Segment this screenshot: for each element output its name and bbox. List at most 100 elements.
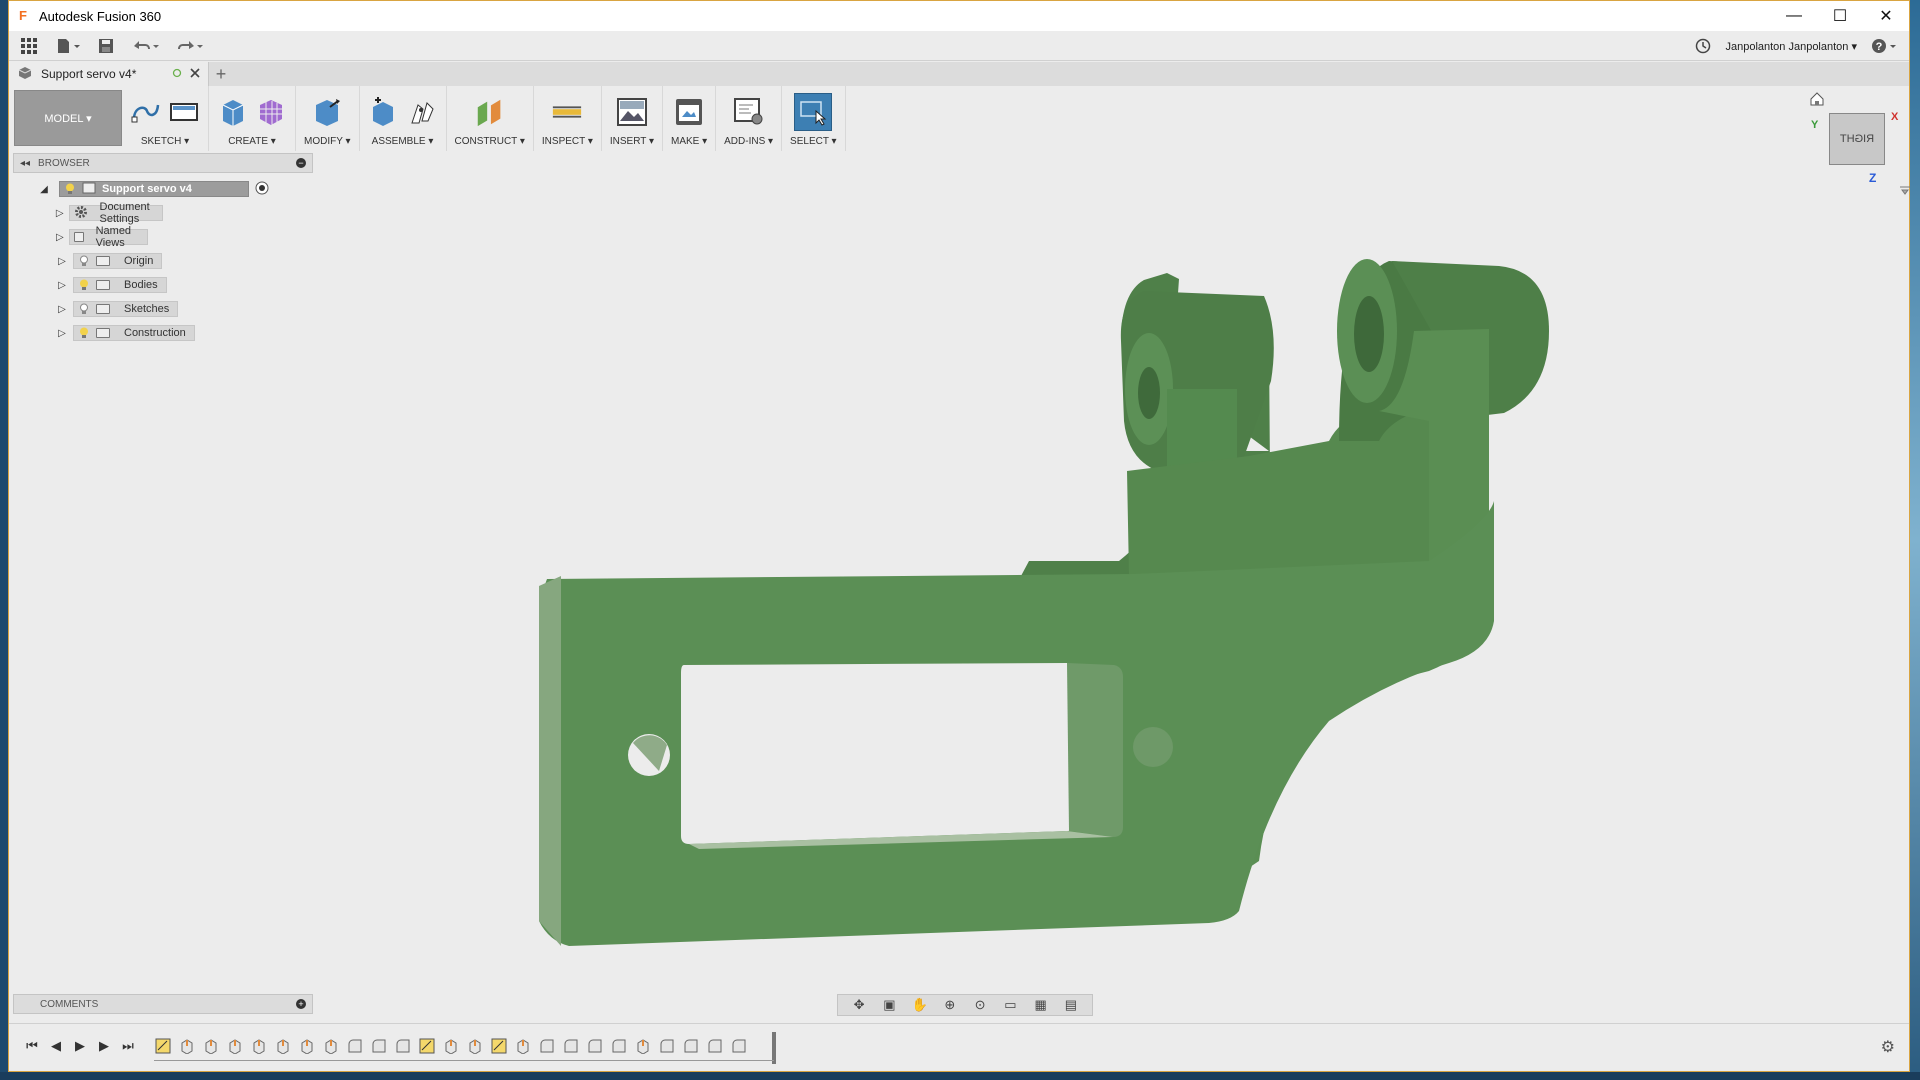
tree-item-origin[interactable]: ▷ Origin	[55, 251, 163, 271]
viewcube-face-right[interactable]: RIGHT	[1829, 113, 1885, 165]
viewcube-face-label: RIGHT	[1839, 133, 1875, 145]
timeline-feature-extrude-icon[interactable]	[202, 1037, 220, 1055]
timeline-settings-gear-icon[interactable]: ⚙	[1881, 1037, 1895, 1057]
mounting-hole-right	[1133, 727, 1173, 767]
collapse-panel-icon[interactable]: ◂◂	[20, 158, 30, 169]
timeline-feature-extrude-icon[interactable]	[274, 1037, 292, 1055]
timeline-feature-extrude-icon[interactable]	[250, 1037, 268, 1055]
visibility-bulb-off-icon[interactable]	[78, 303, 90, 315]
navigation-bar: ✥ ▣ ✋ ⊕ ⊙ ▭ ▦ ▤	[837, 994, 1093, 1016]
comments-panel-header[interactable]: COMMENTS +	[13, 994, 313, 1014]
app-window: F Autodesk Fusion 360 — ☐ ✕ Janpolanton …	[8, 0, 1910, 1072]
tree-collapsed-arrow-icon[interactable]: ▷	[55, 254, 69, 268]
display-settings-icon[interactable]: ▭	[1000, 997, 1020, 1013]
tree-item-document-settings[interactable]: ▷ Document Settings	[55, 201, 164, 225]
tree-item-named-views[interactable]: ▷ Named Views	[55, 225, 149, 249]
timeline-start-icon[interactable]: ⏮	[23, 1037, 41, 1055]
main-plate-edge	[539, 576, 561, 946]
visibility-bulb-icon[interactable]	[78, 327, 90, 339]
timeline-feature-extrude-icon[interactable]	[226, 1037, 244, 1055]
visibility-bulb-icon[interactable]	[78, 279, 90, 291]
tree-item-label: Origin	[124, 255, 154, 267]
timeline-feature-extrude-icon[interactable]	[298, 1037, 316, 1055]
rect-cutout	[681, 663, 1077, 844]
timeline-feature-fillet-icon[interactable]	[682, 1037, 700, 1055]
timeline-bar: ⏮ ◀ ▶ ▶ ⏭ ⚙	[9, 1023, 1909, 1069]
timeline-feature-fillet-icon[interactable]	[658, 1037, 676, 1055]
tree-root-label: Support servo v4	[102, 183, 192, 195]
tree-root-row[interactable]: ◢ Support servo v4	[37, 179, 269, 199]
timeline-feature-fillet-icon[interactable]	[394, 1037, 412, 1055]
fit-icon[interactable]: ⊙	[970, 997, 990, 1013]
timeline-feature-fillet-icon[interactable]	[562, 1037, 580, 1055]
tree-item-sketches[interactable]: ▷ Sketches	[55, 299, 179, 319]
axis-x-label: X	[1891, 111, 1899, 123]
tree-collapsed-arrow-icon[interactable]: ▷	[55, 326, 69, 340]
timeline-feature-fillet-icon[interactable]	[370, 1037, 388, 1055]
orbit-icon[interactable]: ✥	[849, 997, 869, 1013]
timeline-feature-fillet-icon[interactable]	[730, 1037, 748, 1055]
axis-z-label: Z	[1869, 171, 1877, 185]
tree-collapsed-arrow-icon[interactable]: ▷	[55, 230, 65, 244]
folder-icon	[96, 328, 110, 338]
viewcube[interactable]: Y X Z RIGHT	[1809, 89, 1919, 199]
timeline-feature-fillet-icon[interactable]	[586, 1037, 604, 1055]
timeline-feature-extrude-icon[interactable]	[442, 1037, 460, 1055]
look-at-icon[interactable]: ▣	[879, 997, 899, 1013]
tree-collapsed-arrow-icon[interactable]: ▷	[55, 206, 65, 220]
tree-node-document-settings[interactable]: Document Settings	[68, 201, 164, 225]
timeline-feature-fillet-icon[interactable]	[610, 1037, 628, 1055]
browser-minimize-icon[interactable]: −	[296, 158, 306, 168]
tree-item-construction[interactable]: ▷ Construction	[55, 323, 195, 343]
timeline-end-icon[interactable]: ⏭	[119, 1037, 137, 1055]
timeline-track[interactable]	[154, 1032, 794, 1066]
comments-add-icon[interactable]: +	[296, 999, 306, 1009]
folder-icon	[96, 280, 110, 290]
tree-item-bodies[interactable]: ▷ Bodies	[55, 275, 167, 295]
component-icon	[82, 182, 96, 197]
tree-item-label: Sketches	[124, 303, 170, 315]
timeline-feature-fillet-icon[interactable]	[706, 1037, 724, 1055]
tree-node-bodies[interactable]: Bodies	[73, 277, 167, 293]
tree-node-construction[interactable]: Construction	[73, 325, 195, 341]
timeline-previous-icon[interactable]: ◀	[47, 1037, 65, 1055]
timeline-feature-extrude-icon[interactable]	[322, 1037, 340, 1055]
home-view-icon[interactable]	[1809, 91, 1825, 110]
browser-title: BROWSER	[38, 157, 90, 169]
browser-panel-header[interactable]: ◂◂ BROWSER −	[13, 153, 313, 173]
tree-item-label: Construction	[124, 327, 186, 339]
pan-hand-icon[interactable]: ✋	[910, 997, 930, 1013]
large-boss-hole	[1354, 296, 1384, 372]
viewports-icon[interactable]: ▤	[1061, 997, 1081, 1013]
timeline-feature-extrude-icon[interactable]	[466, 1037, 484, 1055]
timeline-feature-extrude-icon[interactable]	[514, 1037, 532, 1055]
timeline-feature-extrude-icon[interactable]	[178, 1037, 196, 1055]
gear-icon	[74, 205, 88, 222]
timeline-next-icon[interactable]: ▶	[95, 1037, 113, 1055]
viewcube-menu-icon[interactable]	[1899, 185, 1911, 199]
small-boss-hole	[1138, 367, 1160, 419]
timeline-feature-sketch-icon[interactable]	[490, 1037, 508, 1055]
tree-node-origin[interactable]: Origin	[73, 253, 163, 269]
boss-slot	[1167, 389, 1237, 469]
tree-node-named-views[interactable]: Named Views	[68, 225, 149, 249]
timeline-feature-sketch-icon[interactable]	[418, 1037, 436, 1055]
tree-collapsed-arrow-icon[interactable]: ▷	[55, 302, 69, 316]
timeline-feature-sketch-icon[interactable]	[154, 1037, 172, 1055]
visibility-bulb-off-icon[interactable]	[78, 255, 90, 267]
timeline-feature-fillet-icon[interactable]	[538, 1037, 556, 1055]
visibility-bulb-icon[interactable]	[64, 183, 76, 195]
cutout-inner-wall	[1067, 663, 1123, 837]
tree-expanded-arrow-icon[interactable]: ◢	[37, 182, 51, 196]
grid-settings-icon[interactable]: ▦	[1031, 997, 1051, 1013]
timeline-feature-extrude-icon[interactable]	[634, 1037, 652, 1055]
tree-root-node[interactable]: Support servo v4	[59, 181, 249, 197]
tree-collapsed-arrow-icon[interactable]: ▷	[55, 278, 69, 292]
timeline-play-icon[interactable]: ▶	[71, 1037, 89, 1055]
activate-radio-icon[interactable]	[255, 181, 269, 198]
zoom-icon[interactable]: ⊕	[940, 997, 960, 1013]
tree-item-label: Named Views	[95, 225, 132, 249]
timeline-feature-fillet-icon[interactable]	[346, 1037, 364, 1055]
axis-y-label: Y	[1811, 119, 1819, 131]
tree-node-sketches[interactable]: Sketches	[73, 301, 179, 317]
